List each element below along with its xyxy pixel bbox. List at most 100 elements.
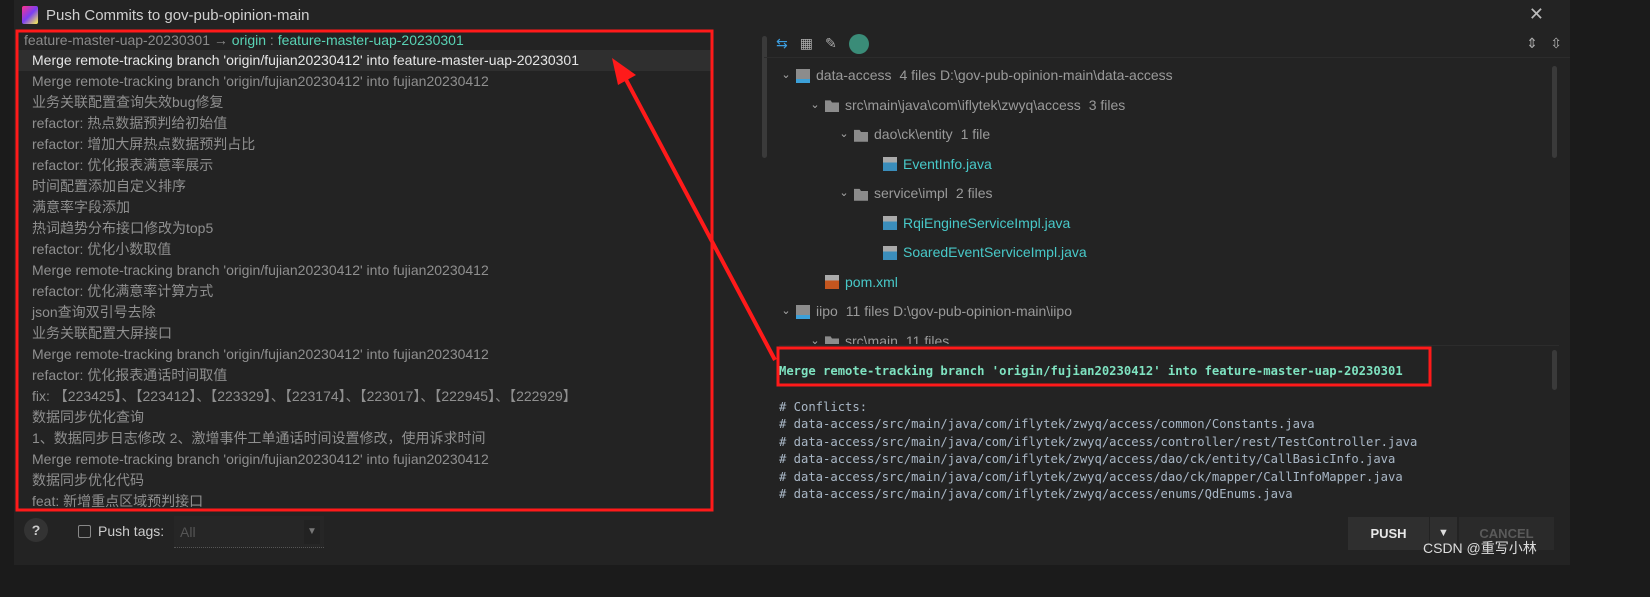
separator: : <box>266 32 278 48</box>
chevron-down-icon: ▼ <box>304 520 320 544</box>
node-name: RqiEngineServiceImpl.java <box>903 214 1071 231</box>
commit-row[interactable]: refactor: 优化小数取值 <box>18 239 712 260</box>
edit-source-icon[interactable]: ✎ <box>825 35 837 52</box>
title-bar: Push Commits to gov-pub-opinion-main ✕ <box>14 0 1570 30</box>
tags-select[interactable]: All ▼ <box>174 516 324 548</box>
node-meta: 2 files <box>955 185 993 201</box>
push-button[interactable]: PUSH <box>1348 517 1429 550</box>
commit-row[interactable]: fix: 【223425】、【223412】、【223329】、【223174】… <box>18 386 712 407</box>
commit-row[interactable]: Merge remote-tracking branch 'origin/fuj… <box>18 50 712 71</box>
dialog-title: Push Commits to gov-pub-opinion-main <box>46 6 310 24</box>
commit-row[interactable]: refactor: 优化报表满意率展示 <box>18 155 712 176</box>
commit-row[interactable]: refactor: 热点数据预判给初始值 <box>18 113 712 134</box>
bottom-bar: ? Push tags: All ▼ PUSH ▼ CANCEL <box>14 510 1570 560</box>
message-line: # data-access/src/main/java/com/iflytek/… <box>779 434 1418 449</box>
commit-row[interactable]: Merge remote-tracking branch 'origin/fuj… <box>18 260 712 281</box>
commit-row[interactable]: Merge remote-tracking branch 'origin/fuj… <box>18 449 712 470</box>
help-button[interactable]: ? <box>24 518 48 542</box>
folder-icon <box>825 336 839 344</box>
expand-collapse-icon[interactable]: ⇆ <box>776 35 788 52</box>
node-meta: 11 files <box>905 332 950 345</box>
intellij-app-icon <box>22 6 38 24</box>
node-meta: 3 files <box>1088 96 1126 113</box>
commit-row[interactable]: 数据同步优化查询 <box>18 407 712 428</box>
remote-branch[interactable]: feature-master-uap-20230301 <box>278 32 464 48</box>
group-by-icon[interactable]: ▦ <box>800 35 813 52</box>
node-name: src\main\java\com\iflytek\zwyq\access <box>845 96 1081 113</box>
tree-node[interactable]: RqiEngineServiceImpl.java <box>764 209 1554 239</box>
node-name: EventInfo.java <box>903 155 992 172</box>
tree-node[interactable]: ⌄ iipo 11 files D:\gov-pub-opinion-main\ii… <box>764 297 1554 327</box>
arrow: → <box>213 32 228 48</box>
close-icon[interactable]: ✕ <box>1529 4 1544 25</box>
changed-files-tree: ⌄ data-access 4 files D:\gov-pub-opinion-m… <box>764 61 1554 344</box>
commit-list-panel: feature-master-uap-20230301 → origin : f… <box>18 30 712 510</box>
chevron-down-icon[interactable]: ⌄ <box>807 91 823 121</box>
folder-icon <box>854 188 868 201</box>
tree-node[interactable]: SoaredEventServiceImpl.java <box>764 238 1554 268</box>
remote-name: origin <box>231 32 267 48</box>
commit-row[interactable]: 时间配置添加自定义排序 <box>18 176 712 197</box>
tree-node[interactable]: EventInfo.java <box>764 150 1554 180</box>
chevron-down-icon[interactable]: ⌄ <box>836 179 852 209</box>
collapse-all-icon[interactable]: ⇳ <box>1550 35 1562 52</box>
diff-icon[interactable] <box>848 33 869 54</box>
module-icon <box>796 68 810 83</box>
push-tags-label: Push tags: <box>98 523 165 539</box>
folder-icon <box>825 100 839 113</box>
commit-row[interactable]: 业务关联配置查询失效bug修复 <box>18 92 712 113</box>
tree-scrollbar[interactable] <box>1552 66 1557 158</box>
commit-row[interactable]: json查询双引号去除 <box>18 302 712 323</box>
commit-row[interactable]: Merge remote-tracking branch 'origin/fuj… <box>18 344 712 365</box>
message-scrollbar[interactable] <box>1552 350 1557 390</box>
folder-icon <box>854 129 868 142</box>
tree-node[interactable]: ⌄ src\main\java\com\iflytek\zwyq\access 3 … <box>764 91 1554 121</box>
tree-node[interactable]: ⌄ data-access 4 files D:\gov-pub-opinion-m… <box>764 61 1554 91</box>
commit-row[interactable]: 数据同步优化代码 <box>18 470 712 491</box>
java-icon <box>883 245 897 260</box>
changes-panel: ⇆ ▦ ✎ ⇕ ⇳ ⌄ data-access 4 files D:\gov-pub… <box>764 30 1570 510</box>
watermark: CSDN @重写小林 <box>1423 540 1537 556</box>
chevron-down-icon[interactable]: ⌄ <box>778 61 794 91</box>
node-name: pom.xml <box>845 273 898 290</box>
node-name: data-access <box>816 67 892 83</box>
commit-row[interactable]: refactor: 优化满意率计算方式 <box>18 281 712 302</box>
tree-node[interactable]: pom.xml <box>764 268 1554 298</box>
message-line: # data-access/src/main/java/com/iflytek/… <box>779 487 1293 501</box>
message-line: # data-access/src/main/java/com/iflytek/… <box>779 452 1396 466</box>
tags-select-value: All <box>180 524 196 540</box>
message-line: # data-access/src/main/java/com/iflytek/… <box>779 469 1403 484</box>
commit-row[interactable]: 满意率字段添加 <box>18 197 712 218</box>
commit-row[interactable]: Merge remote-tracking branch 'origin/fuj… <box>18 71 712 92</box>
node-name: src\main <box>845 332 898 345</box>
commit-list: Merge remote-tracking branch 'origin/fuj… <box>18 50 712 510</box>
push-commits-dialog: Push Commits to gov-pub-opinion-main ✕ f… <box>14 0 1570 565</box>
local-branch: feature-master-uap-20230301 <box>24 32 211 48</box>
commit-row[interactable]: feat: 新增重点区域预判接口 <box>18 491 712 510</box>
commit-row[interactable]: refactor: 增加大屏热点数据预判占比 <box>18 134 712 155</box>
node-name: service\impl <box>874 185 948 201</box>
xml-icon <box>825 275 839 290</box>
push-tags-checkbox[interactable] <box>78 525 91 538</box>
commit-row[interactable]: refactor: 优化报表通话时间取值 <box>18 365 712 386</box>
java-icon <box>883 216 897 231</box>
node-name: iipo <box>816 303 838 319</box>
tree-node[interactable]: ⌄ dao\ck\entity 1 file <box>764 120 1554 150</box>
tree-node[interactable]: ⌄ src\main 11 files <box>764 327 1554 345</box>
java-icon <box>883 157 897 172</box>
commit-message: Merge remote-tracking branch 'origin/fuj… <box>779 345 1559 505</box>
changes-toolbar: ⇆ ▦ ✎ ⇕ ⇳ <box>764 30 1570 58</box>
tree-node[interactable]: ⌄ service\impl 2 files <box>764 179 1554 209</box>
commit-row[interactable]: 业务关联配置大屏接口 <box>18 323 712 344</box>
expand-all-icon[interactable]: ⇕ <box>1526 35 1538 52</box>
chevron-down-icon[interactable]: ⌄ <box>807 327 823 345</box>
chevron-down-icon[interactable]: ⌄ <box>778 297 794 327</box>
module-icon <box>796 304 810 319</box>
branch-target[interactable]: feature-master-uap-20230301 → origin : f… <box>18 30 712 50</box>
commit-row[interactable]: 热词趋势分布接口修改为top5 <box>18 218 712 239</box>
message-line: # Conflicts: <box>779 399 868 414</box>
commit-row[interactable]: 1、数据同步日志修改 2、激增事件工单通话时间设置修改，使用诉求时间 <box>18 428 712 449</box>
commit-message-title: Merge remote-tracking branch 'origin/fuj… <box>779 364 1403 378</box>
node-meta: 4 files D:\gov-pub-opinion-main\data-acc… <box>899 67 1173 83</box>
chevron-down-icon[interactable]: ⌄ <box>836 120 852 150</box>
